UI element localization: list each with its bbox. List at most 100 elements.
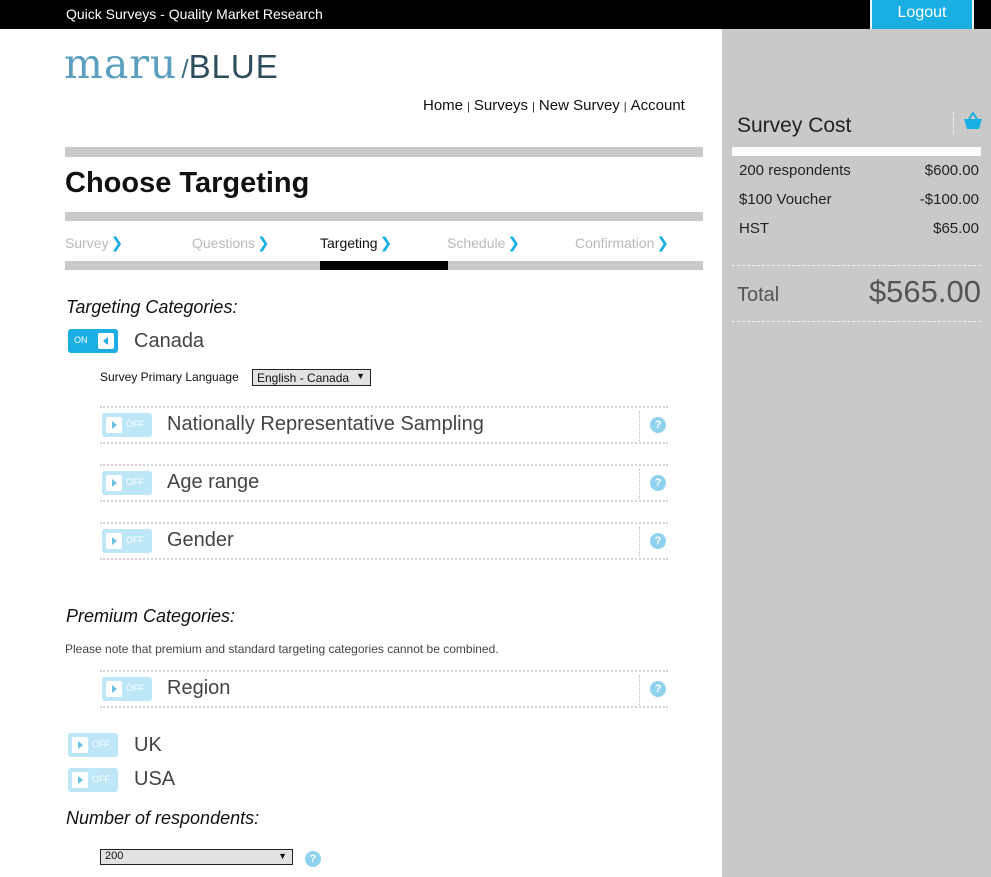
step-label: Survey (65, 235, 109, 251)
basket-icon[interactable] (963, 112, 983, 130)
canada-toggle[interactable]: ON (68, 329, 118, 353)
toggle-knob-icon (106, 475, 122, 491)
category-name: Nationally Representative Sampling (167, 413, 484, 435)
respondents-select-value: 200 (105, 850, 124, 862)
basket-icon-wrap[interactable] (953, 112, 985, 134)
chevron-right-icon: ❯ (379, 235, 393, 252)
help-icon[interactable]: ? (650, 475, 666, 491)
toggle-state: OFF (126, 477, 144, 487)
step-label: Schedule (447, 235, 506, 251)
cost-line: HST $65.00 (739, 220, 979, 237)
nav-separator: | (623, 101, 627, 113)
category-row-age-range: OFF Age range ? (100, 464, 668, 502)
uk-toggle[interactable]: OFF (68, 733, 118, 757)
nav-separator: | (467, 101, 470, 113)
usa-label: USA (134, 768, 176, 790)
row-divider (639, 527, 640, 557)
cost-line-label: HST (739, 220, 769, 237)
app-title: Quick Surveys - Quality Market Research (66, 6, 323, 22)
dropdown-arrow-icon: ▼ (278, 851, 287, 861)
nav-new-survey[interactable]: New Survey (539, 97, 620, 114)
toggle-knob-icon (106, 533, 122, 549)
step-progress-track (65, 261, 703, 270)
step-label: Targeting (320, 235, 378, 251)
step-progress-active (320, 261, 448, 270)
nav-surveys[interactable]: Surveys (474, 97, 528, 114)
dropdown-arrow-icon: ▼ (356, 371, 365, 381)
logo-maru: maru (64, 40, 178, 88)
step-schedule[interactable]: Schedule ❯ (447, 234, 520, 252)
category-name: Gender (167, 529, 234, 551)
dashed-divider (732, 265, 981, 266)
toggle-knob-icon (98, 333, 114, 349)
top-bar: Quick Surveys - Quality Market Research (0, 0, 991, 29)
nav-home[interactable]: Home (423, 97, 463, 114)
title-rule (65, 212, 703, 221)
row-divider (639, 675, 640, 705)
category-row-nationally-representative: OFF Nationally Representative Sampling ? (100, 406, 668, 444)
total-amount: $565.00 (868, 274, 981, 309)
respondents-select[interactable]: 200 ▼ (100, 849, 293, 865)
survey-cost-panel: Survey Cost 200 respondents $600.00 $100… (722, 29, 991, 877)
usa-toggle[interactable]: OFF (68, 768, 118, 792)
category-toggle[interactable]: OFF (102, 529, 152, 553)
page-title: Choose Targeting (65, 167, 310, 199)
toggle-state: ON (74, 335, 88, 345)
toggle-knob-icon (72, 772, 88, 788)
chevron-right-icon: ❯ (656, 235, 669, 252)
category-row-region: OFF Region ? (100, 670, 668, 708)
row-divider (639, 469, 640, 499)
cost-line-amount: -$100.00 (919, 191, 979, 208)
help-icon[interactable]: ? (650, 533, 666, 549)
dashed-divider (732, 321, 981, 322)
category-name: Age range (167, 471, 260, 493)
chevron-right-icon: ❯ (110, 235, 124, 252)
toggle-knob-icon (106, 681, 122, 697)
toggle-state: OFF (126, 535, 144, 545)
main-nav: Home | Surveys | New Survey | Account (423, 97, 685, 114)
maru-blue-logo[interactable]: maru/BLUE (64, 40, 279, 88)
chevron-right-icon: ❯ (257, 235, 270, 252)
toggle-state: OFF (126, 419, 144, 429)
language-select-value: English - Canada (257, 371, 350, 385)
respondents-heading: Number of respondents: (66, 808, 260, 828)
step-survey[interactable]: Survey ❯ (65, 234, 123, 252)
category-toggle[interactable]: OFF (102, 471, 152, 495)
step-questions[interactable]: Questions ❯ (192, 234, 270, 252)
language-label: Survey Primary Language (100, 370, 239, 384)
step-confirmation[interactable]: Confirmation ❯ (575, 234, 669, 252)
help-icon[interactable]: ? (650, 417, 666, 433)
help-icon[interactable]: ? (650, 681, 666, 697)
logo-blue: BLUE (188, 48, 279, 85)
category-toggle[interactable]: OFF (102, 413, 152, 437)
step-targeting[interactable]: Targeting ❯ (320, 234, 392, 252)
cost-line: 200 respondents $600.00 (739, 162, 979, 179)
cost-line-amount: $65.00 (933, 220, 979, 237)
toggle-knob-icon (106, 417, 122, 433)
cost-line-label: 200 respondents (739, 162, 851, 179)
category-row-gender: OFF Gender ? (100, 522, 668, 560)
logo-slash: / (181, 54, 189, 84)
nav-account[interactable]: Account (631, 97, 685, 114)
language-select[interactable]: English - Canada ▼ (252, 369, 371, 386)
category-name: Region (167, 677, 231, 699)
premium-categories-heading: Premium Categories: (66, 606, 236, 626)
category-toggle[interactable]: OFF (102, 677, 152, 701)
uk-label: UK (134, 734, 162, 756)
step-label: Confirmation (575, 235, 655, 251)
toggle-state: OFF (92, 774, 110, 784)
survey-cost-title: Survey Cost (737, 114, 852, 137)
canada-label: Canada (134, 330, 205, 352)
total-label: Total (737, 284, 780, 306)
premium-note: Please note that premium and standard ta… (65, 642, 499, 656)
help-icon[interactable]: ? (305, 851, 321, 867)
nav-separator: | (532, 101, 535, 113)
row-divider (639, 411, 640, 441)
targeting-categories-heading: Targeting Categories: (66, 297, 238, 317)
cost-line-amount: $600.00 (924, 162, 979, 179)
toggle-state: OFF (126, 683, 144, 693)
toggle-knob-icon (72, 737, 88, 753)
cost-divider (732, 147, 981, 156)
header-rule (65, 147, 703, 157)
step-label: Questions (192, 235, 256, 251)
